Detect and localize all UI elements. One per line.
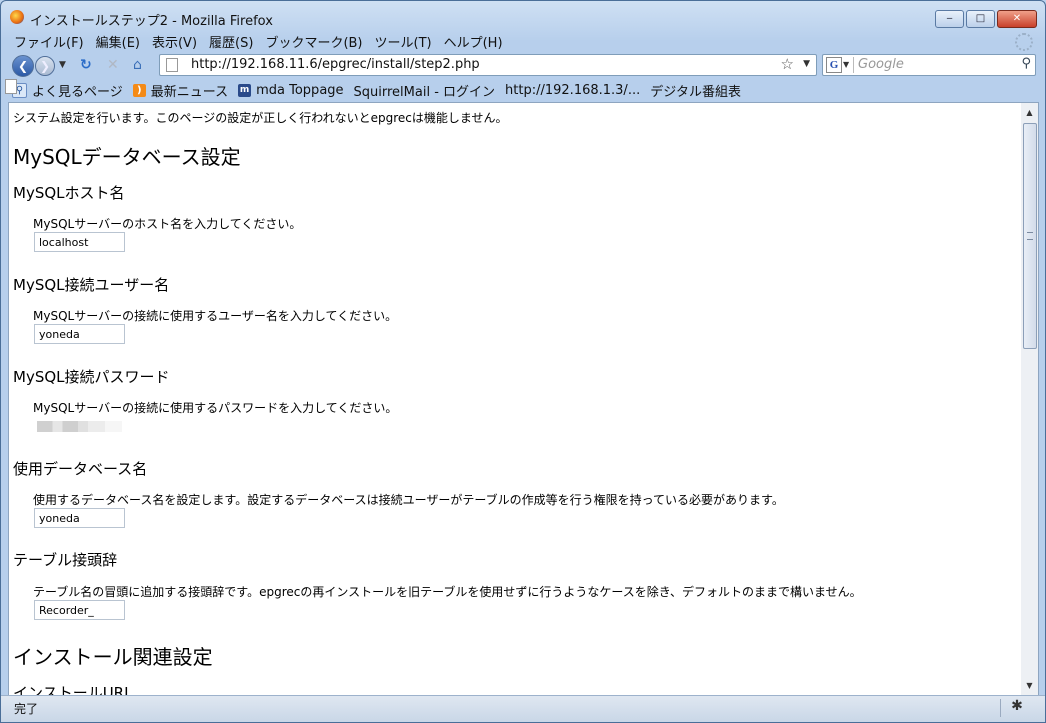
url-text[interactable]: http://192.168.11.6/epgrec/install/step2… — [191, 56, 480, 74]
host-input[interactable]: localhost — [34, 232, 125, 252]
bookmark-label: SquirrelMail - ログイン — [353, 84, 496, 100]
menu-history[interactable]: 履歴(S) — [203, 32, 259, 51]
page-favicon-icon — [166, 58, 178, 72]
menu-bookmarks[interactable]: ブックマーク(B) — [259, 32, 368, 51]
scroll-thumb[interactable] — [1023, 123, 1037, 349]
password-description: MySQLサーバーの接続に使用するパスワードを入力してください。 — [33, 401, 398, 415]
host-description: MySQLサーバーのホスト名を入力してください。 — [33, 217, 302, 231]
home-icon[interactable]: ⌂ — [133, 58, 142, 72]
menu-bar: ファイル(F) 編集(E) 表示(V) 履歴(S) ブックマーク(B) ツール(… — [1, 31, 1045, 51]
prefix-heading: テーブル接頭辞 — [13, 551, 118, 569]
section-install-title: インストール関連設定 — [13, 645, 213, 669]
menu-edit[interactable]: 編集(E) — [90, 32, 146, 51]
throbber-icon — [1015, 33, 1033, 51]
user-heading: MySQL接続ユーザー名 — [13, 276, 170, 294]
password-heading: MySQL接続パスワード — [13, 368, 170, 386]
window-title: インストールステップ2 - Mozilla Firefox — [30, 14, 273, 29]
stop-icon[interactable]: ✕ — [107, 58, 119, 72]
firefox-icon — [10, 10, 24, 24]
bug-icon[interactable]: ✱ — [1009, 698, 1025, 714]
maximize-button[interactable]: □ — [966, 10, 995, 28]
navigation-toolbar: ❮ ❯ ▼ ↻ ✕ ⌂ http://192.168.11.6/epgrec/i… — [1, 51, 1045, 79]
rss-icon: ) — [132, 83, 146, 97]
close-button[interactable]: ✕ — [997, 10, 1037, 28]
menu-file[interactable]: ファイル(F) — [1, 32, 90, 51]
search-divider — [853, 57, 854, 73]
bookmarks-toolbar: ⚲ よく見るページ ) 最新ニュース m mda Toppage Squirre… — [1, 79, 1045, 101]
status-bar: 完了 ✱ — [1, 695, 1045, 722]
user-description: MySQLサーバーの接続に使用するユーザー名を入力してください。 — [33, 309, 398, 323]
prefix-input[interactable]: Recorder_ — [34, 600, 125, 620]
url-dropdown-icon[interactable]: ▼ — [803, 59, 810, 69]
bookmark-label: mda Toppage — [256, 82, 344, 98]
scroll-down-icon[interactable]: ▼ — [1021, 678, 1038, 694]
history-dropdown-icon[interactable]: ▼ — [59, 60, 66, 70]
search-engine-dropdown-icon[interactable]: ▼ — [843, 60, 849, 69]
dbname-description: 使用するデータベース名を設定します。設定するデータベースは接続ユーザーがテーブル… — [33, 493, 784, 507]
back-button[interactable]: ❮ — [12, 55, 34, 77]
window-controls: ‒ □ ✕ — [935, 10, 1037, 28]
status-divider — [1000, 699, 1001, 717]
search-icon[interactable]: ⚲ — [1021, 56, 1031, 71]
search-input[interactable]: Google — [858, 56, 904, 74]
scroll-grip-icon — [1027, 232, 1033, 240]
mda-icon: m — [238, 83, 252, 97]
section-mysql-title: MySQLデータベース設定 — [13, 145, 241, 169]
status-text: 完了 — [14, 702, 39, 716]
scroll-up-icon[interactable]: ▲ — [1021, 105, 1038, 121]
host-heading: MySQLホスト名 — [13, 184, 125, 202]
intro-text: システム設定を行います。このページの設定が正しく行われないとepgrecは機能し… — [13, 111, 508, 125]
dbname-input[interactable]: yoneda — [34, 508, 125, 528]
bookmark-star-icon[interactable]: ☆ — [781, 55, 794, 73]
password-masked-value — [37, 421, 122, 432]
minimize-button[interactable]: ‒ — [935, 10, 964, 28]
vertical-scrollbar[interactable]: ▲ ▼ — [1021, 102, 1039, 697]
title-bar: インストールステップ2 - Mozilla Firefox ‒ □ ✕ — [1, 1, 1045, 31]
bookmark-label: 最新ニュース — [150, 84, 229, 100]
bookmark-most-visited[interactable]: ⚲ よく見るページ — [12, 81, 123, 100]
menu-tools[interactable]: ツール(T) — [369, 32, 438, 51]
dbname-heading: 使用データベース名 — [13, 460, 148, 478]
page-content: システム設定を行います。このページの設定が正しく行われないとepgrecは機能し… — [8, 102, 1022, 697]
address-bar[interactable]: http://192.168.11.6/epgrec/install/step2… — [159, 54, 817, 76]
bookmark-label: デジタル番組表 — [650, 84, 741, 100]
bookmark-latest-news[interactable]: ) 最新ニュース — [132, 81, 229, 100]
bookmark-label: http://192.168.1.3/... — [505, 82, 641, 98]
browser-window: インストールステップ2 - Mozilla Firefox ‒ □ ✕ ファイル… — [0, 0, 1046, 723]
prefix-description: テーブル名の冒頭に追加する接頭辞です。epgrecの再インストールを旧テーブルを… — [33, 585, 862, 599]
bookmark-label: よく見るページ — [32, 84, 123, 100]
bookmark-squirrelmail[interactable]: SquirrelMail - ログイン — [5, 79, 496, 100]
search-box[interactable]: G ▼ Google ⚲ — [822, 54, 1036, 76]
search-engine-icon[interactable]: G — [826, 57, 842, 73]
menu-view[interactable]: 表示(V) — [146, 32, 203, 51]
menu-help[interactable]: ヘルプ(H) — [438, 32, 509, 51]
bookmark-digital-epg[interactable]: デジタル番組表 — [5, 79, 741, 100]
user-input[interactable]: yoneda — [34, 324, 125, 344]
forward-button[interactable]: ❯ — [35, 56, 55, 76]
bookmark-mda-toppage[interactable]: m mda Toppage — [238, 82, 344, 98]
bookmark-192-168-1-3[interactable]: http://192.168.1.3/... — [5, 79, 641, 98]
reload-icon[interactable]: ↻ — [80, 58, 92, 72]
password-input[interactable] — [34, 416, 125, 436]
page-icon — [5, 79, 17, 94]
